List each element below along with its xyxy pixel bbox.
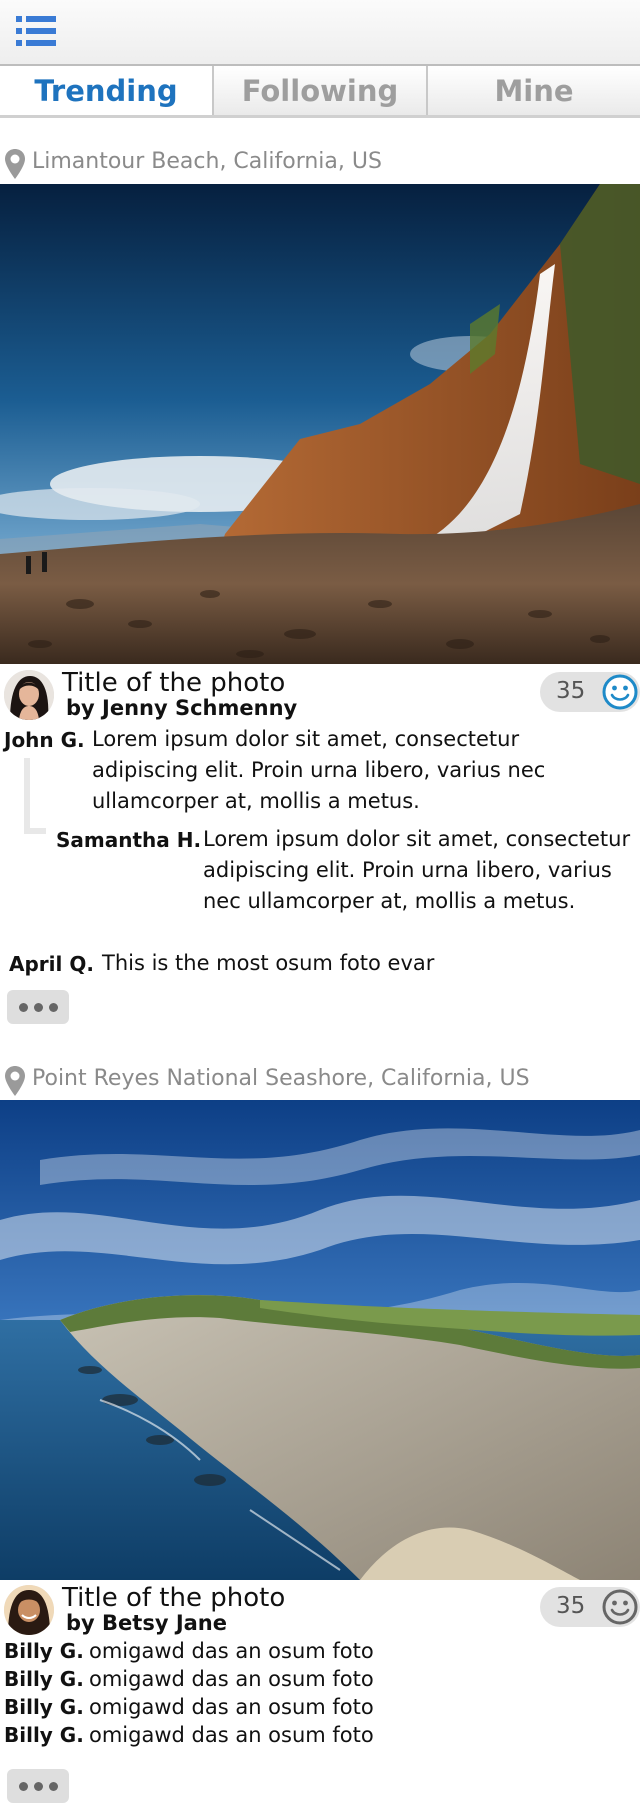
comment-text: omigawd das an osum foto [89,1695,374,1719]
smiley-icon [602,1589,638,1625]
like-button[interactable]: 35 [540,1587,640,1627]
comment-text: Lorem ipsum dolor sit amet, consectetur … [92,727,546,813]
comment-author[interactable]: Billy G. [4,1639,84,1663]
like-button[interactable]: 35 [540,672,640,712]
comment-text: Lorem ipsum dolor sit amet, consectetur … [203,827,631,913]
menu-button[interactable] [10,10,60,54]
more-comments-button[interactable] [7,990,69,1024]
feed-tabs: Trending Following Mine [0,66,640,118]
tab-following[interactable]: Following [212,66,426,115]
comment-author[interactable]: John G. [4,728,85,752]
comment-text: omigawd das an osum foto [89,1723,374,1747]
photo-post: Limantour Beach, California, US Title of… [0,146,640,1046]
comment-author[interactable]: Billy G. [4,1723,84,1747]
location-label: Limantour Beach, California, US [32,149,382,174]
photo-title[interactable]: Title of the photo [62,1583,285,1613]
comment-author[interactable]: Samantha H. [56,828,201,852]
author-avatar[interactable] [4,670,54,720]
comment-author[interactable]: April Q. [9,952,94,976]
map-pin-icon [5,1066,25,1096]
tab-trending[interactable]: Trending [0,66,212,115]
photo-title[interactable]: Title of the photo [62,668,285,698]
photo-post: Point Reyes National Seashore, Californi… [0,1063,640,1810]
tab-mine[interactable]: Mine [426,66,640,115]
comment-author[interactable]: Billy G. [4,1695,84,1719]
photo-author[interactable]: by Betsy Jane [66,1611,227,1635]
photo-author[interactable]: by Jenny Schmenny [66,696,297,720]
post-location[interactable]: Point Reyes National Seashore, Californi… [0,1063,640,1099]
smiley-icon [602,674,638,710]
location-label: Point Reyes National Seashore, Californi… [32,1066,530,1091]
map-pin-icon [5,149,25,179]
like-count: 35 [556,678,586,704]
reply-connector [24,758,46,834]
more-comments-button[interactable] [7,1769,69,1803]
post-location[interactable]: Limantour Beach, California, US [0,146,640,182]
comment-text: omigawd das an osum foto [89,1639,374,1663]
post-photo[interactable] [0,184,640,664]
comment-text: This is the most osum foto evar [102,951,435,975]
like-count: 35 [556,1593,586,1619]
author-avatar[interactable] [4,1585,54,1635]
post-photo[interactable] [0,1100,640,1580]
top-bar [0,0,640,66]
comment-author[interactable]: Billy G. [4,1667,84,1691]
comment-text: omigawd das an osum foto [89,1667,374,1691]
